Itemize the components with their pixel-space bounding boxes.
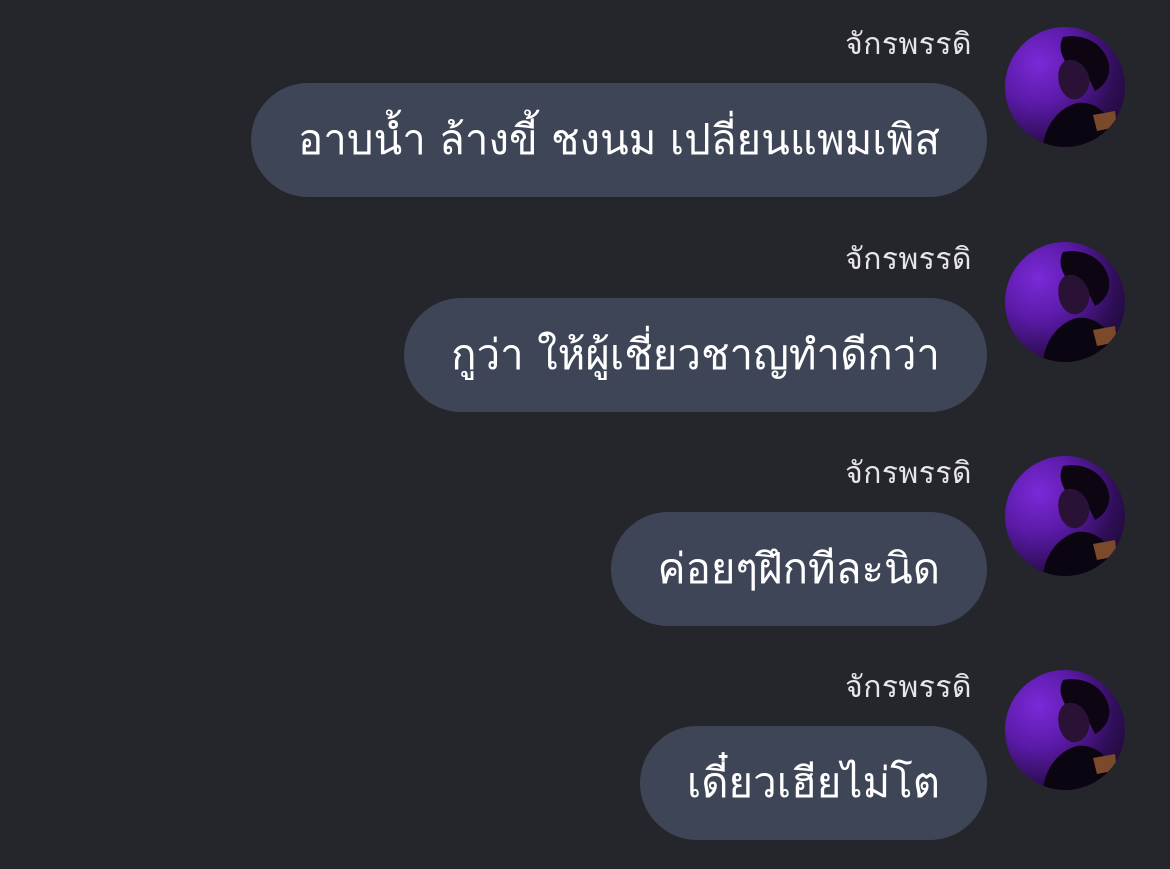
sender-name: จักรพรรดิ xyxy=(845,27,972,62)
avatar[interactable] xyxy=(1005,27,1125,147)
chat-thread: จักรพรรดิ อาบน้ำ ล้างขี้ ชงนม เปลี่ยนแพม… xyxy=(0,0,1170,869)
person-avatar-icon xyxy=(1043,465,1121,576)
message-row: จักรพรรดิ อาบน้ำ ล้างขี้ ชงนม เปลี่ยนแพม… xyxy=(0,0,1170,200)
avatar[interactable] xyxy=(1005,670,1125,790)
person-avatar-icon xyxy=(1043,679,1121,790)
message-bubble[interactable]: ค่อยๆฝึกทีละนิด xyxy=(610,512,987,626)
message-bubble[interactable]: เดี๋ยวเฮียไม่โต xyxy=(639,726,987,840)
person-avatar-icon xyxy=(1043,251,1121,362)
sender-name: จักรพรรดิ xyxy=(845,242,972,277)
message-bubble[interactable]: อาบน้ำ ล้างขี้ ชงนม เปลี่ยนแพมเพิส xyxy=(251,83,987,197)
message-row: จักรพรรดิ ค่อยๆฝึกทีละนิด xyxy=(0,429,1170,629)
avatar[interactable] xyxy=(1005,242,1125,362)
avatar[interactable] xyxy=(1005,456,1125,576)
sender-name: จักรพรรดิ xyxy=(845,456,972,491)
message-bubble[interactable]: กูว่า ให้ผู้เชี่ยวชาญทำดีกว่า xyxy=(404,298,987,412)
message-row: จักรพรรดิ เดี๋ยวเฮียไม่โต xyxy=(0,643,1170,843)
message-row: จักรพรรดิ กูว่า ให้ผู้เชี่ยวชาญทำดีกว่า xyxy=(0,215,1170,415)
sender-name: จักรพรรดิ xyxy=(845,670,972,705)
person-avatar-icon xyxy=(1043,36,1121,147)
